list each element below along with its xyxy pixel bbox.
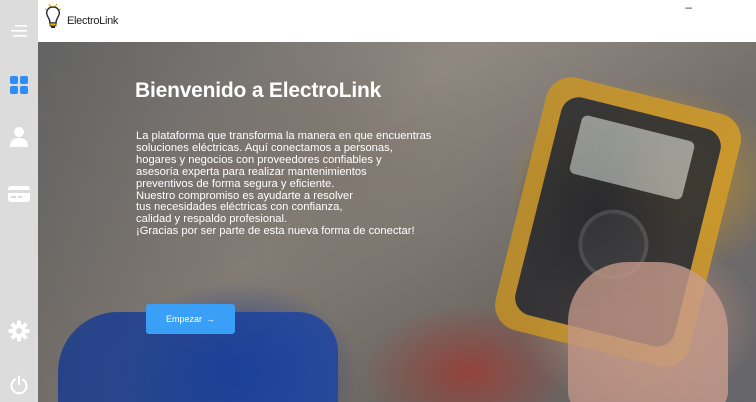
hero-text-line: hogares y negocios con proveedores confi… [136,153,382,166]
sidebar-item-logout[interactable] [0,370,38,400]
sidebar-item-profile[interactable] [0,122,38,152]
lightbulb-logo-icon [44,3,62,28]
sidebar-item-settings[interactable] [0,316,38,346]
start-button-label: Empezar [165,314,202,324]
power-icon [10,375,28,395]
minimize-button[interactable]: – [685,0,692,14]
credit-card-icon [8,186,30,202]
sidebar-item-payments[interactable] [0,179,38,209]
arrow-right-icon: → [206,314,215,324]
top-bar: ElectroLink – [38,0,756,42]
start-button[interactable]: Empezar → [146,304,235,334]
hero-section: Bienvenido a ElectroLink La plataforma q… [38,42,756,402]
hero-text-line: asesoría experta para realizar mantenimi… [136,165,367,178]
hero-text-line: preventivos de forma segura y eficiente. [136,177,335,190]
sidebar-item-dashboard[interactable] [0,70,38,100]
brand-name: ElectroLink [67,15,119,27]
sidebar [0,0,38,402]
menu-toggle-button[interactable] [0,16,38,46]
dashboard-grid-icon [10,76,28,94]
brand-logo[interactable]: ElectroLink [42,2,118,30]
hero-title: Bienvenido a ElectroLink [135,79,382,102]
user-icon [10,127,28,147]
hero-description: La plataforma que transforma la manera e… [136,130,476,238]
hero-text-line: ¡Gracias por ser parte de esta nueva for… [136,225,415,238]
app-root: ElectroLink – Bienvenido a ElectroLink L… [0,0,756,402]
gear-icon [8,320,30,342]
menu-icon [11,25,27,37]
